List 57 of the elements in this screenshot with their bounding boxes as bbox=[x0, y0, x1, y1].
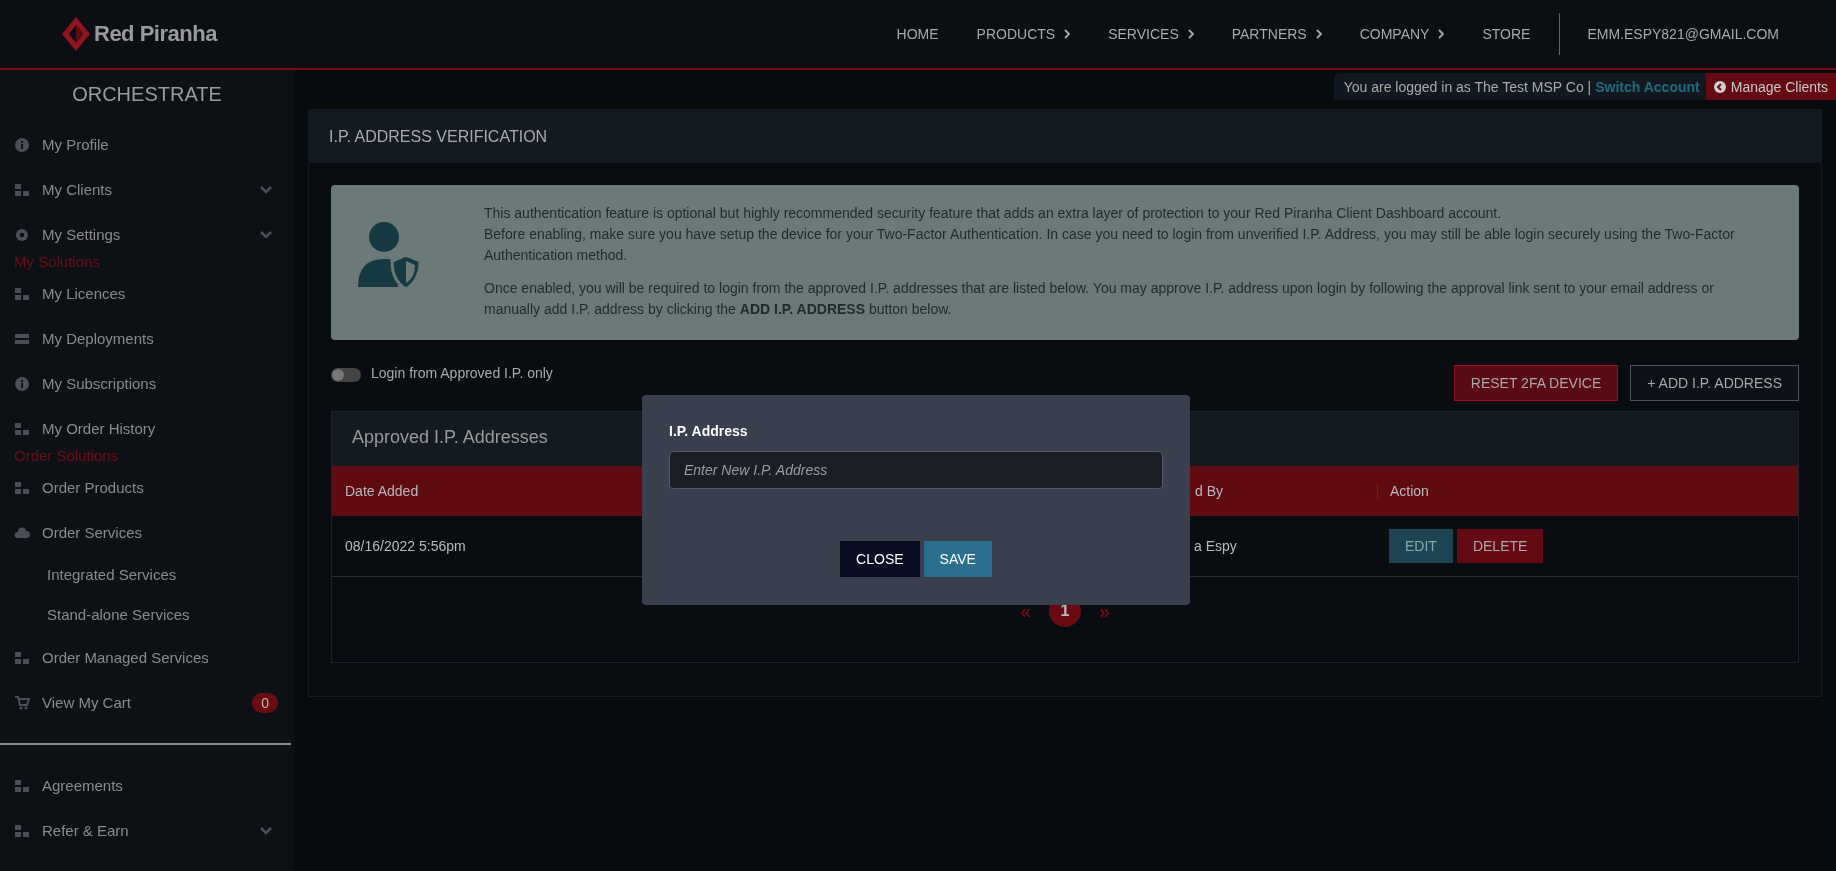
sidebar-item[interactable]: Order Managed Services bbox=[0, 635, 294, 680]
sidebar-item[interactable]: Order Products bbox=[0, 465, 294, 510]
sidebar-item[interactable]: My Deployments bbox=[0, 316, 294, 361]
sidebar-item[interactable]: My Clients bbox=[0, 167, 294, 212]
sidebar-item[interactable]: My Profile bbox=[0, 122, 294, 167]
sidebar-title: ORCHESTRATE bbox=[71, 82, 223, 107]
sidebar-subitem[interactable]: Stand-alone Services bbox=[0, 595, 294, 635]
delete-button[interactable]: DELETE bbox=[1456, 529, 1544, 563]
toggle-switch[interactable] bbox=[331, 368, 361, 382]
close-button[interactable]: CLOSE bbox=[840, 541, 920, 577]
table-cell-text: 08/16/2022 5:56pm bbox=[344, 538, 466, 554]
info-paragraph: Once enabled, you will be required to login from the approved I.P. addresses that are listed below. You may approve I.P. address upon login by following the approval link sent to your email address or manually add I.P. address by clicking the ADD I.P. ADDRESS button below. bbox=[484, 279, 1715, 319]
info-paragraph: Before enabling, make sure you have setup the device for your Two-Factor Authentication. In case you need to login from unverified I.P. Address, you may still be able login securely using the Two-Factor Authentication method. bbox=[484, 225, 1736, 265]
sidebar-item[interactable]: My Subscriptions bbox=[0, 361, 294, 406]
chevron-right-icon bbox=[1438, 29, 1445, 39]
sidebar-item[interactable]: View My Cart 0 bbox=[0, 680, 294, 725]
ip-address-input[interactable]: Enter New I.P. Address bbox=[669, 451, 1163, 489]
info-icon bbox=[14, 136, 30, 153]
column-header: Action bbox=[1377, 483, 1429, 499]
manage-clients-button[interactable]: Manage Clients bbox=[1705, 73, 1836, 100]
toggle-label: Login from Approved I.P. only bbox=[371, 365, 553, 381]
sidebar-item[interactable]: My Licences bbox=[0, 271, 294, 316]
nav-link[interactable]: PRODUCTS bbox=[957, 26, 1090, 42]
nav-link[interactable]: PARTNERS bbox=[1212, 26, 1341, 42]
chevron-right-icon bbox=[1315, 29, 1322, 39]
add-ip-button[interactable]: + ADD I.P. ADDRESS bbox=[1630, 365, 1799, 401]
cart-count-badge: 0 bbox=[252, 692, 278, 713]
sidebar-subitem[interactable]: Integrated Services bbox=[0, 555, 294, 595]
sidebar-item[interactable]: Refer & Earn bbox=[0, 808, 294, 853]
sidebar-item[interactable]: Agreements bbox=[0, 763, 294, 808]
logo-icon bbox=[62, 17, 90, 51]
cloud-icon bbox=[14, 524, 30, 541]
chevron-down-icon bbox=[260, 230, 272, 239]
nav-link[interactable]: STORE bbox=[1463, 26, 1550, 42]
login-status-text: You are logged in as The Test MSP Co | bbox=[1343, 78, 1592, 95]
info-paragraph: This authentication feature is optional but highly recommended security feature that adds an extra layer of protection to your Red Piranha Client Dashboard account. bbox=[484, 204, 1503, 223]
cart-icon bbox=[14, 694, 30, 711]
field-label: I.P. Address bbox=[669, 423, 749, 439]
nav-link[interactable]: COMPANY bbox=[1340, 26, 1464, 42]
reset-2fa-button[interactable]: RESET 2FA DEVICE bbox=[1453, 365, 1619, 401]
nav-link[interactable]: SERVICES bbox=[1089, 26, 1213, 42]
column-header: Date Added bbox=[344, 483, 419, 499]
edit-button[interactable]: EDIT bbox=[1389, 529, 1453, 563]
table-cell-text: a Espy bbox=[1193, 538, 1237, 554]
save-button[interactable]: SAVE bbox=[923, 541, 992, 577]
chevron-right-icon bbox=[1187, 29, 1194, 39]
nav-link[interactable]: HOME bbox=[877, 26, 958, 42]
chevron-down-icon bbox=[260, 185, 272, 194]
switch-account-link[interactable]: Switch Account bbox=[1595, 78, 1700, 95]
sidebar-item[interactable]: Order Services bbox=[0, 510, 294, 555]
panel-title: I.P. ADDRESS VERIFICATION bbox=[309, 110, 1821, 163]
account-link[interactable]: EMM.ESPY821@GMAIL.COM bbox=[1568, 26, 1798, 42]
chevron-left-icon bbox=[1713, 80, 1726, 93]
chevron-down-icon bbox=[260, 826, 272, 835]
brand-name[interactable]: Red Piranha bbox=[94, 21, 217, 47]
chevron-right-icon bbox=[1064, 29, 1071, 39]
info-icon bbox=[14, 375, 30, 392]
